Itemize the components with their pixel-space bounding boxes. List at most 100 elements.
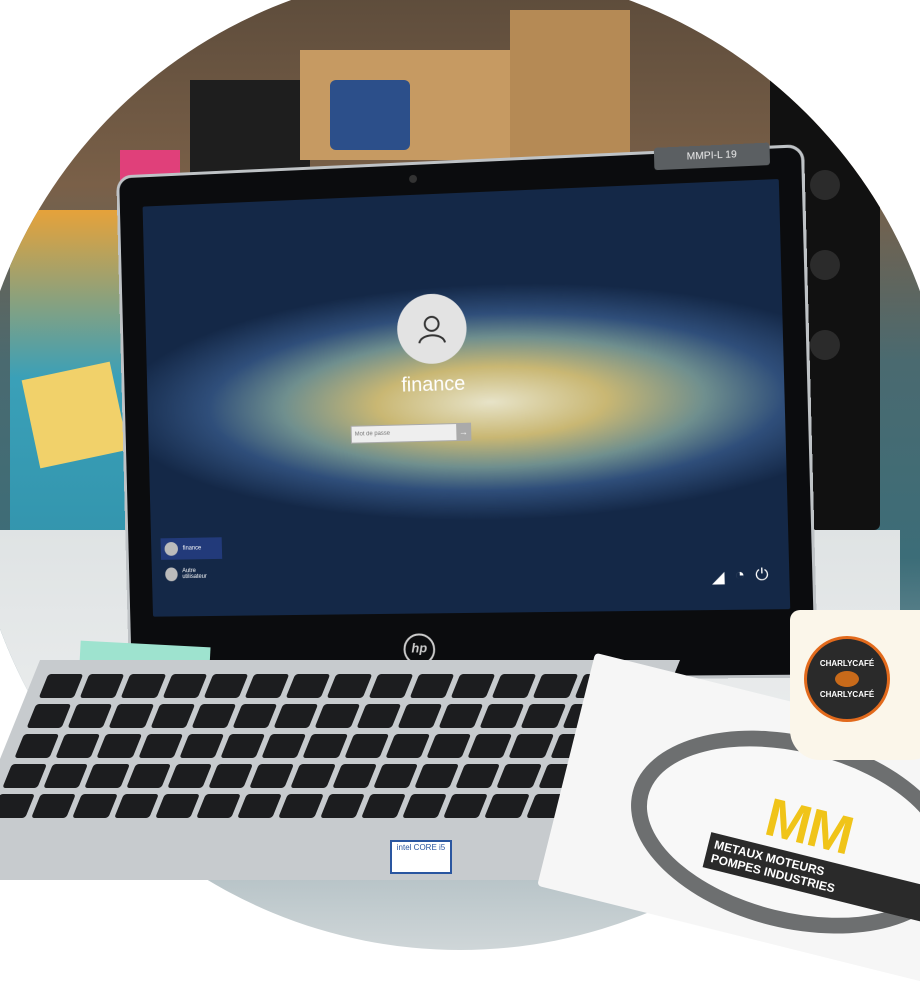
submit-arrow-button[interactable]: → (456, 423, 471, 441)
keyboard-key (520, 704, 566, 728)
keyboard-key (402, 794, 448, 818)
keyboard-key (491, 674, 537, 698)
keyboard-key (244, 674, 290, 698)
keyboard-key (14, 734, 60, 758)
keyboard-key (414, 764, 460, 788)
keyboard-key (455, 764, 501, 788)
keyboard-key (191, 704, 237, 728)
keyboard-key (2, 764, 48, 788)
keyboard-key (137, 734, 183, 758)
windows-lock-screen: finance → finance Autre utilisateur ◢ ◔ … (142, 179, 791, 617)
blue-logo-box (330, 80, 410, 150)
photo-stage: MMPI-L 19 finance → finance (0, 0, 920, 987)
keyboard-key (467, 734, 513, 758)
user-item-label: finance (182, 545, 202, 552)
outlet (810, 330, 840, 360)
outlet (810, 250, 840, 280)
keyboard-key (438, 704, 484, 728)
keyboard-key (360, 794, 406, 818)
keyboard-key (0, 794, 36, 818)
network-icon[interactable]: ◢ (712, 567, 725, 588)
keyboard-key (113, 794, 159, 818)
keyboard-key (121, 674, 166, 698)
keyboard-key (356, 704, 402, 728)
keyboard-key (409, 674, 455, 698)
person-icon (414, 310, 451, 347)
keyboard-key (426, 734, 472, 758)
system-tray: ◢ ◔ ⏻ (712, 566, 769, 587)
password-field: → (350, 422, 472, 444)
asset-label-sticker: MMPI-L 19 (653, 142, 771, 171)
keyboard-key (108, 704, 154, 728)
keyboard-key (67, 704, 113, 728)
keyboard-key (220, 734, 266, 758)
keyboard-key (196, 794, 242, 818)
keyboard-key (167, 764, 212, 788)
cafe-brand-bottom: CHARLYCAFÉ (819, 690, 875, 699)
keyboard-key (319, 794, 365, 818)
keyboard-key (273, 704, 319, 728)
user-item-label: Autre utilisateur (182, 568, 207, 581)
keyboard-key (232, 704, 278, 728)
keyboard-key (302, 734, 348, 758)
keyboard-key (38, 674, 84, 698)
keyboard-key (496, 764, 542, 788)
accessibility-icon[interactable]: ◔ (735, 567, 746, 588)
coffee-bean-icon (835, 671, 859, 687)
keyboard-key (162, 674, 208, 698)
webcam (409, 174, 418, 184)
keyboard-key (443, 794, 489, 818)
cardboard-boxes-stack (510, 10, 630, 160)
laptop-lid: MMPI-L 19 finance → finance (116, 142, 819, 683)
user-avatar-small (164, 541, 179, 556)
coffee-cup: CHARLYCAFÉ CHARLYCAFÉ (790, 610, 920, 760)
keyboard-key (125, 764, 171, 788)
keyboard-key (327, 674, 372, 698)
keyboard-key (314, 704, 360, 728)
keyboard-key (79, 674, 125, 698)
keyboard-key (154, 794, 200, 818)
keyboard-key (278, 794, 324, 818)
keyboard-key (96, 734, 142, 758)
outlet (810, 90, 840, 120)
keyboard-key (150, 704, 196, 728)
keyboard-key (397, 704, 443, 728)
keyboard-key (373, 764, 418, 788)
keyboard-key (55, 734, 101, 758)
user-list: finance Autre utilisateur (160, 537, 223, 589)
keyboard-key (290, 764, 336, 788)
keyboard-key (203, 674, 249, 698)
keyboard-key (26, 704, 72, 728)
power-icon[interactable]: ⏻ (755, 566, 769, 587)
keyboard-key (249, 764, 295, 788)
outlet (810, 170, 840, 200)
username: finance (401, 372, 466, 397)
keyboard-key (179, 734, 225, 758)
keyboard-key (508, 734, 554, 758)
keyboard-key (237, 794, 283, 818)
keyboard-key (484, 794, 530, 818)
intel-sticker: intel CORE i5 (390, 840, 452, 874)
keyboard-key (285, 674, 331, 698)
keyboard-key (331, 764, 377, 788)
user-item-finance[interactable]: finance (160, 537, 223, 560)
keyboard-key (31, 794, 77, 818)
keyboard-key (72, 794, 118, 818)
keyboard-key (261, 734, 307, 758)
keyboard-key (84, 764, 130, 788)
keyboard-key (450, 674, 496, 698)
user-avatar (396, 292, 468, 365)
user-avatar-small (165, 567, 178, 582)
keyboard-key (533, 674, 578, 698)
yellow-note (21, 361, 129, 469)
keyboard-key (479, 704, 525, 728)
password-input[interactable] (351, 429, 457, 438)
keyboard-key (43, 764, 89, 788)
keyboard-key (208, 764, 254, 788)
keyboard-key (385, 734, 431, 758)
keyboard-key (343, 734, 389, 758)
keyboard-key (368, 674, 414, 698)
user-item-other[interactable]: Autre utilisateur (161, 563, 223, 585)
cafe-brand-top: CHARLYCAFÉ (819, 659, 875, 668)
charlycafe-logo: CHARLYCAFÉ CHARLYCAFÉ (804, 636, 890, 722)
